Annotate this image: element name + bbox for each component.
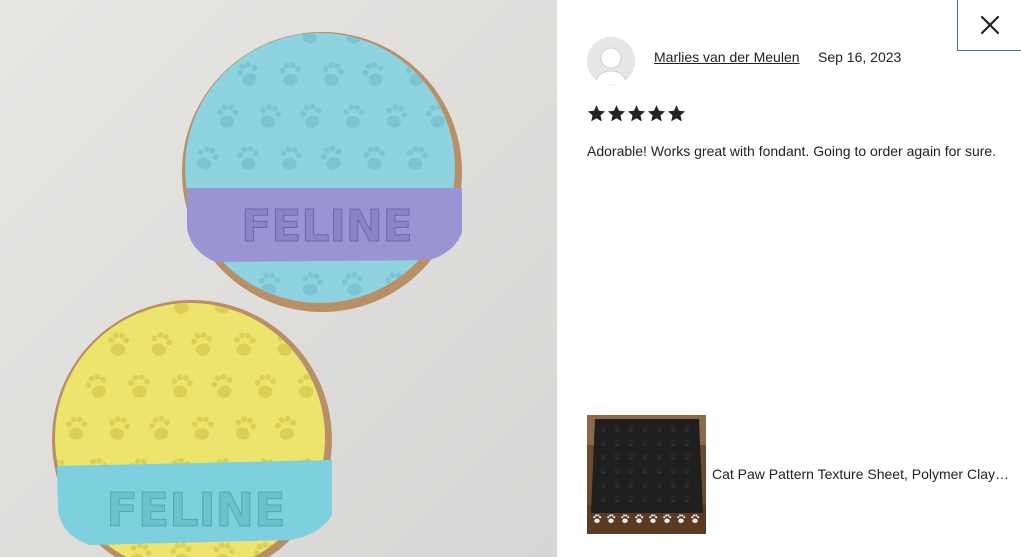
star-icon	[667, 105, 686, 122]
review-text: Adorable! Works great with fondant. Goin…	[587, 143, 997, 159]
close-icon	[980, 15, 999, 35]
product-title-link[interactable]: Cat Paw Pattern Texture Sheet, Polymer C…	[712, 466, 1009, 482]
star-icon	[587, 105, 606, 122]
reviewer-name-link[interactable]: Marlies van der Meulen	[654, 49, 800, 65]
review-detail-panel: Marlies van der Meulen Sep 16, 2023 Ador…	[557, 0, 1021, 557]
close-button[interactable]	[957, 0, 1021, 51]
star-icon	[647, 105, 666, 122]
review-date: Sep 16, 2023	[818, 49, 902, 65]
cookie-top-label: FELINE	[241, 201, 412, 252]
user-avatar-icon	[587, 37, 635, 85]
star-icon	[607, 105, 626, 122]
star-rating	[587, 104, 686, 123]
avatar	[587, 37, 635, 85]
review-photo: FELINE FELINE	[0, 0, 557, 557]
star-icon	[627, 105, 646, 122]
product-thumbnail[interactable]	[587, 415, 706, 534]
cookie-bottom-label: FELINE	[106, 483, 285, 537]
